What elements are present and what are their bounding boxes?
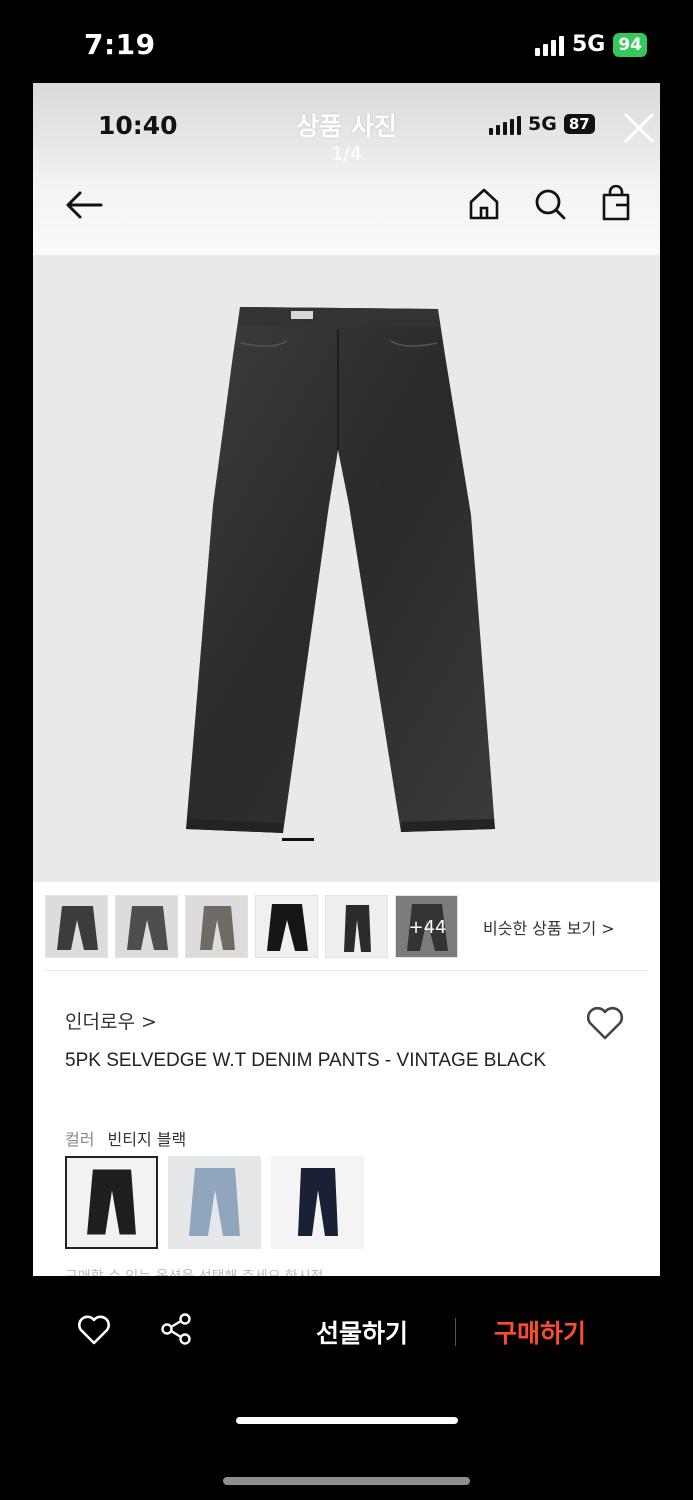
product-main-photo[interactable] [33,255,660,882]
brand-link[interactable]: 인더로우 > [65,1007,157,1034]
search-icon[interactable] [532,185,568,223]
cutoff-notice-text: 구매할 수 있는 옵션을 선택해 주세요 한시적 [65,1266,324,1276]
color-label: 컬러 [65,1130,95,1149]
color-swatch-vintage-black[interactable] [65,1156,158,1249]
thumbnail-item[interactable] [115,895,178,958]
battery-icon: 94 [613,32,647,57]
outer-network-label: 5G [571,32,606,57]
bottom-bar-separator [455,1318,456,1346]
similar-products-link[interactable]: 비슷한 상품 보기 > [483,915,615,939]
back-arrow-icon[interactable] [63,188,105,222]
heart-icon[interactable] [77,1314,111,1346]
thumbnail-item[interactable] [185,895,248,958]
inner-home-indicator [236,1417,458,1424]
outer-status-indicators: 5G 94 [534,32,647,57]
gift-button[interactable]: 선물하기 [316,1314,408,1350]
thumbnail-more-item[interactable]: +44 [395,895,458,958]
header-actions [466,185,634,223]
color-swatch-light-blue[interactable] [168,1156,261,1249]
inner-signal-icon [489,113,521,135]
close-icon[interactable] [621,110,657,146]
thumbnail-item[interactable] [325,895,388,958]
color-value: 빈티지 블랙 [107,1130,187,1149]
denim-pants-image [186,307,495,833]
heart-icon[interactable] [585,1005,625,1041]
photo-page-indicator [282,838,314,841]
inner-battery-icon: 87 [563,114,595,134]
thumbnail-item[interactable] [45,895,108,958]
thumbnail-item[interactable] [255,895,318,958]
buy-button[interactable]: 구매하기 [494,1314,586,1350]
viewer-header: 10:40 상품 사진 1/4 5G 87 [33,83,660,255]
inner-status-indicators: 5G 87 [489,113,595,135]
product-name: 5PK SELVEDGE W.T DENIM PANTS - VINTAGE B… [65,1050,547,1071]
thumbnail-more-count: +44 [396,896,457,957]
color-swatches [65,1156,364,1249]
shopping-bag-icon[interactable] [598,185,634,223]
inner-network-label: 5G [528,113,557,135]
color-option-row: 컬러 빈티지 블랙 [65,1126,186,1150]
share-icon[interactable] [158,1312,194,1346]
thumbnail-strip: +44 [45,895,458,958]
photo-counter: 1/4 [331,143,362,165]
section-divider [45,970,648,971]
home-indicator[interactable] [223,1477,470,1485]
outer-status-time: 7:19 [84,28,156,61]
signal-icon [534,34,564,56]
color-swatch-navy[interactable] [271,1156,364,1249]
product-photo-viewer: 10:40 상품 사진 1/4 5G 87 +44 비슷한 상품 보기 > 인더… [33,83,660,1276]
bottom-action-bar: 선물하기 구매하기 [0,1276,693,1386]
outer-status-bar: 7:19 5G 94 [0,0,693,84]
home-icon[interactable] [466,185,502,223]
